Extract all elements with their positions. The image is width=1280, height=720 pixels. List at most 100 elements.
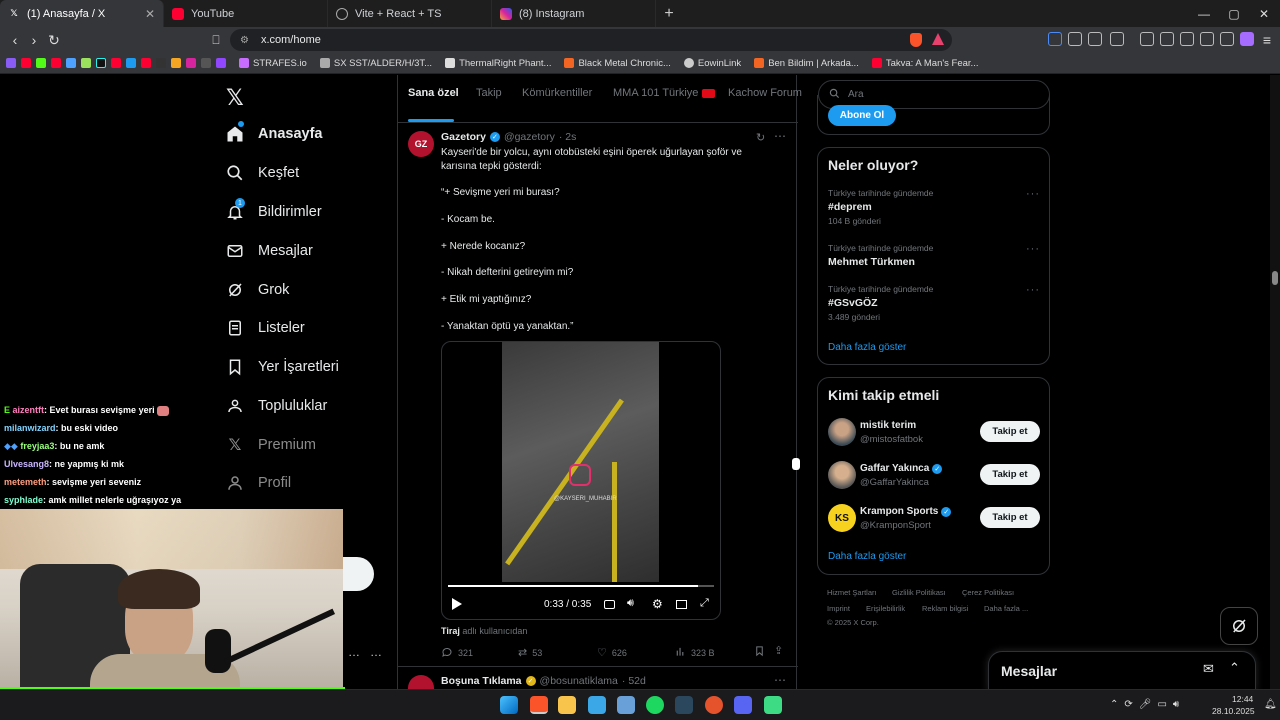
bookmark-icon[interactable]	[754, 645, 765, 660]
subscribe-button[interactable]: Abone Ol	[828, 105, 896, 126]
follow-name[interactable]: Gaffar Yakınca ✓	[860, 463, 943, 474]
sidebar-item-profile[interactable]: Profil	[226, 471, 291, 495]
extension-icon[interactable]	[1048, 32, 1062, 46]
site-settings-icon[interactable]: ⚙	[240, 35, 249, 46]
app-icon[interactable]	[705, 696, 723, 714]
bookmark-item[interactable]: EowinLink	[683, 58, 741, 69]
follow-button[interactable]: Takip et	[980, 421, 1040, 442]
views-button[interactable]: 323 B	[675, 646, 715, 659]
retweet-button[interactable]: ⇄ 53	[518, 646, 542, 659]
notifications-icon[interactable]: 🔔︎	[1264, 699, 1277, 710]
bookmark-item[interactable]: ThermalRight Phant...	[445, 58, 551, 69]
x-logo-icon[interactable]	[156, 58, 166, 68]
sidebar-item-messages[interactable]: Mesajlar	[226, 239, 313, 263]
footer-link[interactable]: Çerez Politikası	[962, 588, 1014, 597]
extension-icon[interactable]	[1088, 32, 1102, 46]
follow-button[interactable]: Takip et	[980, 464, 1040, 485]
vpn-icon[interactable]	[1220, 32, 1234, 46]
bookmark-item[interactable]: Takva: A Man's Fear...	[871, 58, 978, 69]
follow-name[interactable]: Krampon Sports ✓	[860, 506, 952, 517]
leo-ai-icon[interactable]	[1240, 32, 1254, 46]
more-icon[interactable]: ⋯	[774, 129, 786, 143]
kick-icon[interactable]	[36, 58, 46, 68]
grok-button[interactable]	[1220, 607, 1258, 645]
extension-icon[interactable]	[1200, 32, 1214, 46]
sidebar-item-bookmarks[interactable]: Yer İşaretleri	[226, 355, 339, 379]
messages-drawer[interactable]: Mesajlar ✉ ⌃	[988, 651, 1256, 689]
more-icon[interactable]: …	[348, 645, 360, 659]
clock-date[interactable]: 28.10.2025	[1212, 706, 1255, 716]
sidebar-item-grok[interactable]: Grok	[226, 278, 289, 302]
tweet-handle[interactable]: @gazetory	[504, 131, 555, 143]
bookmark-page-button[interactable]: ⎕	[207, 31, 225, 49]
tab-mma-101[interactable]: MMA 101 Türkiye	[613, 87, 716, 99]
sidebar-item-lists[interactable]: Listeler	[226, 316, 305, 340]
tab-following[interactable]: Takip	[476, 87, 502, 99]
tab-kachow-forum[interactable]: Kachow Forum	[728, 87, 802, 99]
address-bar[interactable]: ⚙ x.com/home	[230, 29, 952, 51]
sidebar-item-explore[interactable]: Keşfet	[226, 161, 299, 185]
bookmark-icon[interactable]	[201, 58, 211, 68]
footer-link[interactable]: Erişilebilirlik	[866, 604, 905, 613]
bookmark-icon[interactable]	[171, 58, 181, 68]
reload-button[interactable]: ↻	[45, 31, 63, 49]
footer-link[interactable]: Gizlilik Politikası	[892, 588, 946, 597]
tab-for-you[interactable]: Sana özel	[408, 87, 459, 99]
close-window-button[interactable]: ✕	[1248, 0, 1280, 27]
tab-instagram[interactable]: (8) Instagram	[492, 0, 656, 27]
footer-link[interactable]: Hizmet Şartları	[827, 588, 877, 597]
play-icon[interactable]	[452, 598, 462, 610]
video-player[interactable]: @KAYSERI_MUHABIR 0:33 / 0:35 🔊︎ ⚙ ⤢	[441, 341, 721, 620]
footer-link[interactable]: Daha fazla ...	[984, 604, 1028, 613]
spotify-icon[interactable]	[646, 696, 664, 714]
brave-rewards-icon[interactable]	[932, 33, 944, 45]
youtube-icon[interactable]	[51, 58, 61, 68]
menu-button[interactable]: ≡	[1258, 31, 1276, 49]
bookmark-icon[interactable]	[81, 58, 91, 68]
extension-icon[interactable]	[1068, 32, 1082, 46]
settings-icon[interactable]: ⚙	[652, 597, 663, 611]
more-icon[interactable]: ···	[1026, 284, 1040, 296]
tab-x-home[interactable]: 𝕏 (1) Anasayfa / X ✕	[0, 0, 164, 27]
tweet-time[interactable]: · 2s	[559, 131, 577, 143]
avatar[interactable]: KS	[828, 504, 856, 532]
sidebar-item-home[interactable]: Anasayfa	[226, 121, 322, 146]
scrollbar-thumb[interactable]	[1272, 271, 1278, 285]
x-logo-icon[interactable]: 𝕏	[226, 85, 244, 111]
follow-button[interactable]: Takip et	[980, 507, 1040, 528]
brave-icon[interactable]	[530, 696, 548, 714]
expand-icon[interactable]: ⌃	[1229, 660, 1240, 676]
footer-link[interactable]: Reklam bilgisi	[922, 604, 968, 613]
brave-shield-icon[interactable]	[910, 33, 922, 47]
like-button[interactable]: ♡ 626	[597, 646, 627, 659]
more-icon[interactable]: ⋯	[774, 673, 786, 687]
tab-vite[interactable]: Vite + React + TS	[328, 0, 492, 27]
tiktok-icon[interactable]	[96, 58, 106, 68]
grok-icon[interactable]: ↻	[756, 131, 765, 144]
captions-icon[interactable]	[604, 600, 615, 609]
bookmark-item[interactable]: Ben Bildim | Arkada...	[754, 58, 859, 69]
tweet-handle[interactable]: @bosunatiklama	[540, 675, 618, 687]
account-menu-icon[interactable]: …	[370, 645, 382, 659]
tab-komurkentiller[interactable]: Kömürkentiller	[522, 87, 592, 99]
twitch-icon[interactable]	[216, 58, 226, 68]
folder-icon[interactable]	[558, 696, 576, 714]
close-icon[interactable]: ✕	[145, 7, 155, 21]
sidebar-item-communities[interactable]: Topluluklar	[226, 394, 327, 418]
new-message-icon[interactable]: ✉	[1203, 661, 1214, 677]
app-icon[interactable]	[617, 696, 635, 714]
youtube-icon[interactable]	[21, 58, 31, 68]
source-name[interactable]: Tiraj	[441, 626, 460, 636]
fullscreen-icon[interactable]: ⤢	[700, 597, 709, 610]
bookmark-item[interactable]: Black Metal Chronic...	[564, 58, 671, 69]
clock-time[interactable]: 12:44	[1232, 694, 1253, 704]
windows-start-icon[interactable]	[500, 696, 518, 714]
tweet-author[interactable]: Boşuna Tıklama	[441, 675, 522, 687]
new-tab-button[interactable]: +	[656, 0, 682, 27]
scrollbar[interactable]	[1270, 75, 1280, 689]
tweet-time[interactable]: · 52d	[622, 675, 646, 687]
tab-youtube[interactable]: YouTube	[164, 0, 328, 27]
footer-link[interactable]: Imprint	[827, 604, 850, 613]
sidebar-item-premium[interactable]: 𝕏 Premium	[226, 433, 316, 457]
pip-icon[interactable]	[676, 600, 687, 609]
